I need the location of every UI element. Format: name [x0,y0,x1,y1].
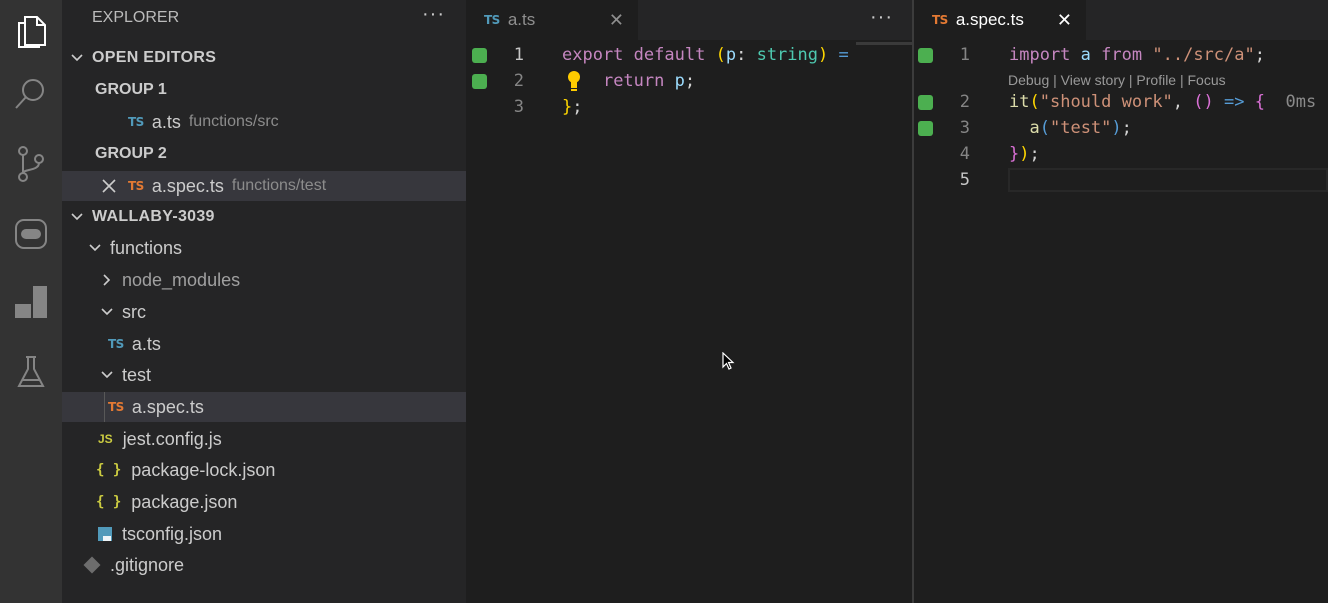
folder-label: test [122,364,152,385]
explorer-title: EXPLORER [92,9,180,26]
tab-label: a.spec.ts [955,10,1024,29]
tree-file-a-ts[interactable]: TS a.ts [62,329,466,359]
workspace-title: WALLABY-3039 [92,208,215,225]
workspace-header[interactable]: WALLABY-3039 [62,202,466,232]
open-editors-title: OPEN EDITORS [92,49,217,66]
close-icon[interactable]: ✕ [609,10,624,31]
chevron-right-icon [98,271,116,289]
tab-a-ts[interactable]: TS a.ts ✕ [466,0,638,40]
group-2-title: GROUP 2 [95,145,167,162]
code-line: }; [562,97,583,117]
test-timing: 0ms [1285,92,1317,112]
tree-file-package[interactable]: { } package.json [62,487,466,517]
editor-left-tab-bar: TS a.ts ✕ ··· [466,0,912,40]
code-line: export default (p: string) = [562,45,849,65]
line-number: 1 [513,45,524,65]
typescript-file-icon: TS [108,400,124,414]
typescript-file-icon: TS [128,179,144,193]
minimap[interactable] [856,42,912,45]
file-label: tsconfig.json [122,523,223,544]
chevron-down-icon [86,239,104,257]
folder-label: src [122,301,146,322]
tree-file-package-lock[interactable]: { } package-lock.json [62,455,466,485]
open-editors-header[interactable]: OPEN EDITORS [62,43,466,73]
editor-right[interactable]: 1 2 3 4 5 import a from "../src/a"; Debu… [914,40,1328,603]
tab-label: a.ts [507,10,536,29]
line-number: 2 [513,71,524,91]
javascript-file-icon: JS [98,432,113,446]
mouse-cursor-icon [722,351,736,377]
tree-folder-test[interactable]: test [62,360,466,390]
line-number: 1 [959,45,970,65]
code-line: return p; [602,71,696,91]
chevron-down-icon [98,303,116,321]
remote-icon[interactable] [0,204,62,264]
line-number: 3 [959,118,970,138]
tab-a-spec-ts[interactable]: TS a.spec.ts ✕ [914,0,1086,40]
typescript-file-icon: TS [108,337,124,351]
explorer-more-icon[interactable]: ··· [422,3,445,26]
folder-label: node_modules [122,269,241,290]
code-line: import a from "../src/a"; [1009,45,1265,65]
tree-file-jest-config[interactable]: JS jest.config.js [62,424,466,454]
group-1-header[interactable]: GROUP 1 [62,75,466,105]
tree-folder-functions[interactable]: functions [62,233,466,263]
typescript-file-icon: TS [484,13,500,27]
line-number: 2 [959,92,970,112]
group-2-header[interactable]: GROUP 2 [62,139,466,169]
search-icon[interactable] [0,64,62,124]
json-file-icon: { } [96,462,122,478]
code-line: a("test"); [1029,118,1132,138]
editor-left[interactable]: 1 2 3 export default (p: string) = retur… [466,40,912,603]
line-number: 4 [959,144,970,164]
chevron-down-icon [68,49,86,67]
wallaby-icon[interactable] [0,272,62,332]
testing-icon[interactable] [0,342,62,402]
git-file-icon [83,556,101,574]
open-editor-a-spec-ts[interactable]: TS a.spec.ts functions/test [62,171,466,201]
folder-label: functions [110,237,183,258]
editor-right-tab-bar: TS a.spec.ts ✕ [914,0,1328,40]
typescript-file-icon: TS [128,115,144,129]
code-line: }); [1009,144,1040,164]
source-control-icon[interactable] [0,134,62,194]
file-label: a.spec.ts [131,396,204,417]
file-label: a.ts [131,333,161,354]
group-1-title: GROUP 1 [95,81,167,98]
code-line: it("should work", () => { 0ms [1009,92,1317,112]
tree-file-a-spec-ts[interactable]: TS a.spec.ts [62,392,466,422]
codelens-actions[interactable]: Debug | View story | Profile | Focus [1008,72,1226,88]
close-icon[interactable]: ✕ [1057,10,1072,31]
open-editor-path: functions/src [188,113,279,130]
chevron-down-icon [98,366,116,384]
file-label: .gitignore [110,554,185,575]
open-editor-a-ts[interactable]: TS a.ts functions/src [62,107,466,137]
tree-file-tsconfig[interactable]: tsconfig.json [62,519,466,549]
open-editor-filename: a.spec.ts [151,175,224,196]
current-line-highlight [1008,168,1328,192]
close-icon[interactable] [102,179,128,193]
explorer-sidebar: EXPLORER ··· OPEN EDITORS GROUP 1 TS a.t… [62,0,466,603]
file-label: package-lock.json [131,459,276,480]
editor-more-icon[interactable]: ··· [870,6,893,29]
open-editor-filename: a.ts [151,111,181,132]
file-label: package.json [131,491,238,512]
activity-bar [0,0,62,603]
tree-folder-node-modules[interactable]: node_modules [62,265,466,295]
line-number: 3 [513,97,524,117]
chevron-down-icon [68,208,86,226]
open-editor-path: functions/test [231,177,327,194]
file-label: jest.config.js [122,428,222,449]
indent-guide [104,392,105,422]
tsconfig-file-icon [98,527,112,541]
json-file-icon: { } [96,494,122,510]
typescript-file-icon: TS [932,13,948,27]
files-icon[interactable] [0,0,62,60]
line-number: 5 [959,170,970,190]
tree-file-gitignore[interactable]: .gitignore [62,550,466,580]
tree-folder-src[interactable]: src [62,297,466,327]
